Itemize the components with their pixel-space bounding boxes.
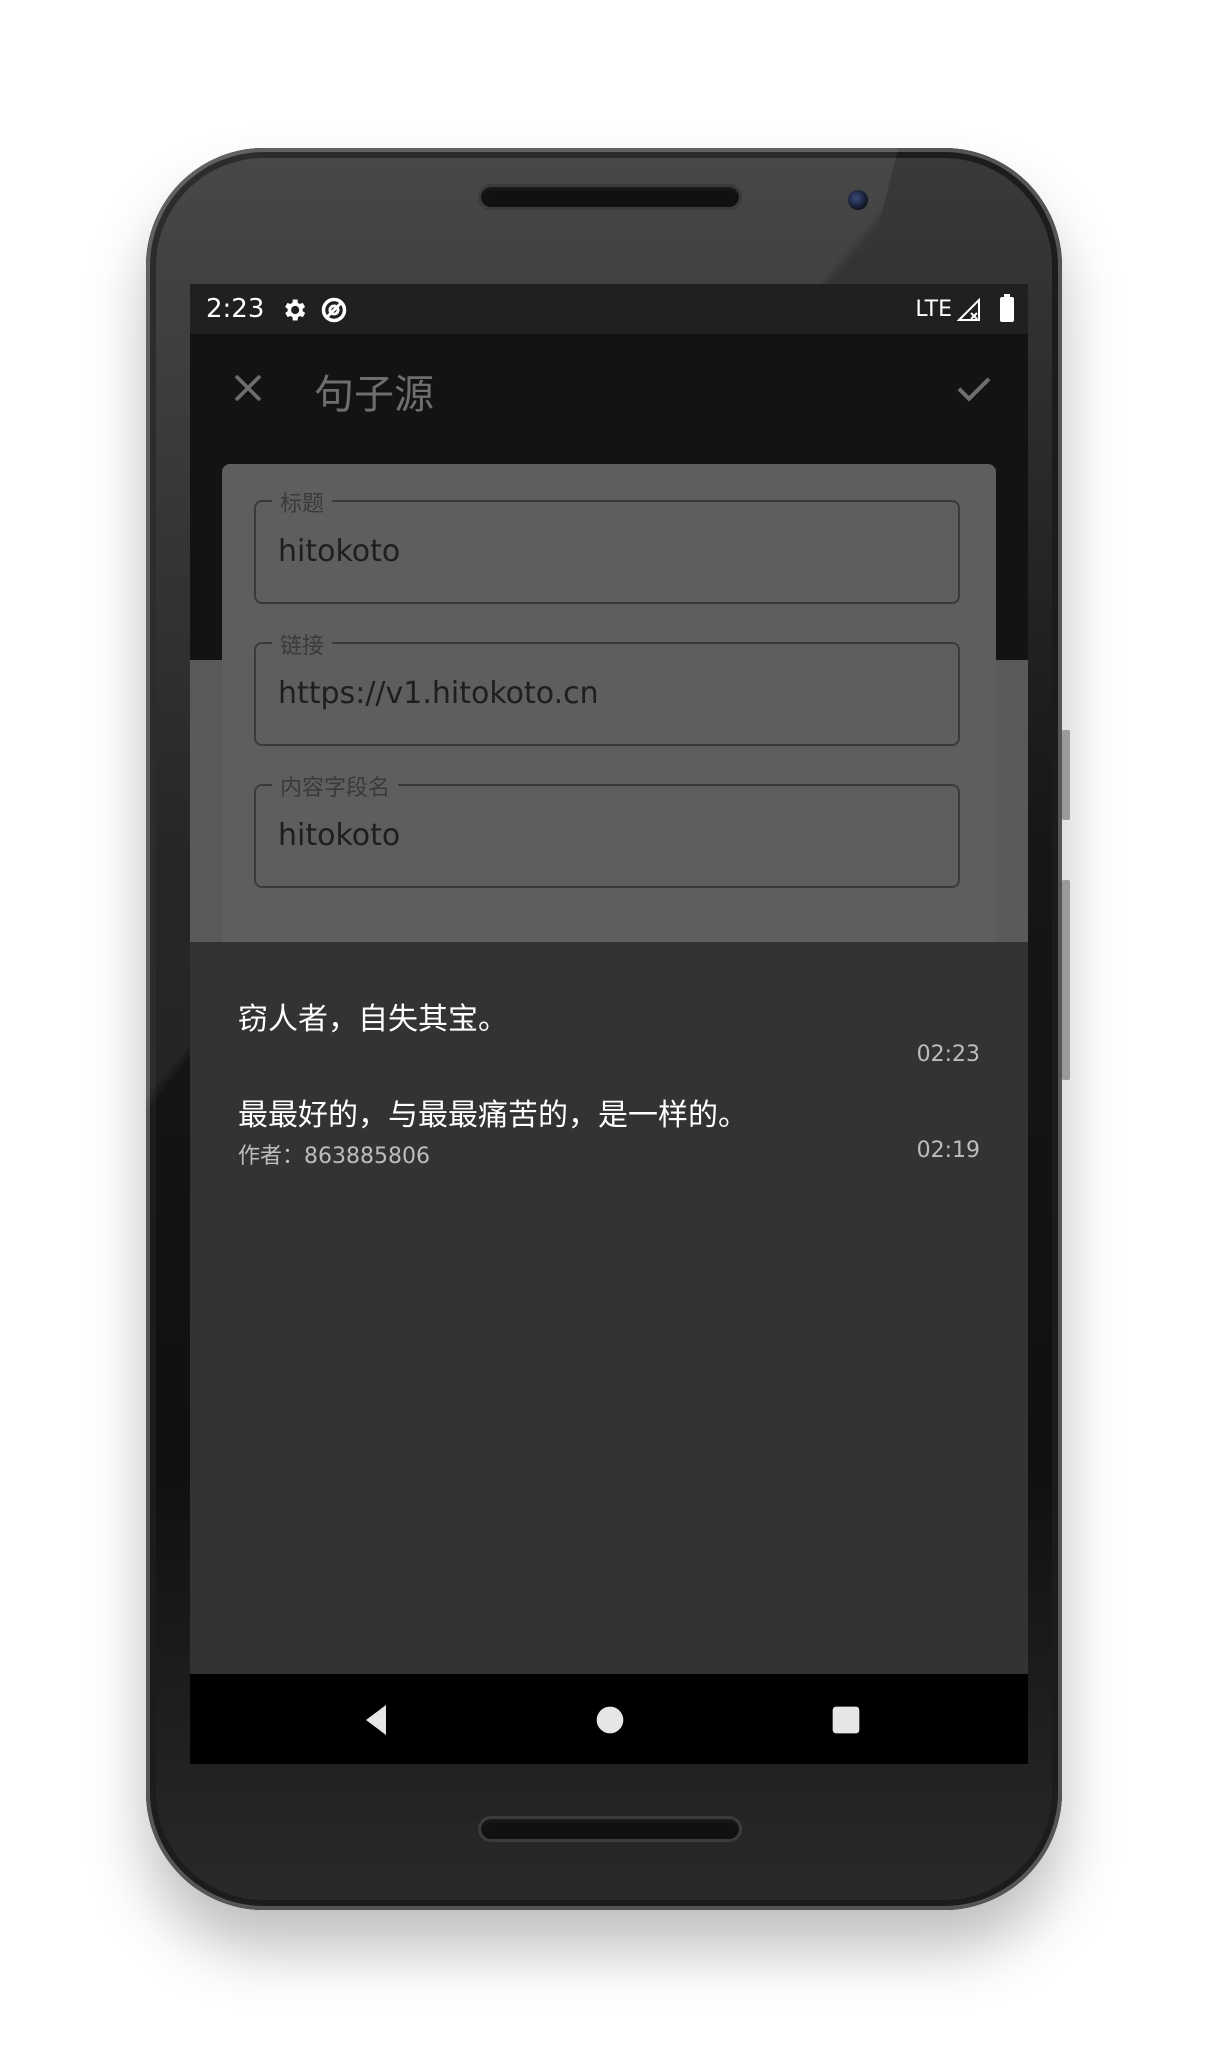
front-camera bbox=[848, 190, 868, 210]
title-field[interactable]: 标题 hitokoto bbox=[254, 486, 960, 604]
power-button bbox=[1062, 730, 1070, 820]
message-text: 窃人者，自失其宝。 bbox=[238, 1002, 508, 1037]
settings-icon bbox=[285, 299, 306, 321]
link-field[interactable]: 链接 https://v1.hitokoto.cn bbox=[254, 628, 960, 746]
status-bar: 2:23 LTE bbox=[190, 284, 1028, 334]
volume-button bbox=[1062, 880, 1070, 1080]
screen: 2:23 LTE 句子源 标题 hitokoto 链接 https://v1.h… bbox=[190, 284, 1028, 1764]
check-icon[interactable] bbox=[954, 368, 994, 408]
content-field-label: 内容字段名 bbox=[272, 770, 399, 802]
sync-icon bbox=[321, 297, 347, 323]
battery-icon bbox=[1000, 294, 1014, 322]
link-field-value: https://v1.hitokoto.cn bbox=[278, 676, 599, 711]
navigation-bar bbox=[190, 1674, 1028, 1764]
bottom-speaker bbox=[478, 1816, 742, 1842]
recents-icon[interactable] bbox=[826, 1700, 866, 1740]
message-text: 最最好的，与最最痛苦的，是一样的。 bbox=[238, 1098, 748, 1133]
message-time: 02:19 bbox=[916, 1138, 980, 1163]
page-title: 句子源 bbox=[314, 372, 434, 418]
close-icon[interactable] bbox=[230, 370, 266, 406]
message-time: 02:23 bbox=[916, 1042, 980, 1067]
content-field[interactable]: 内容字段名 hitokoto bbox=[254, 770, 960, 888]
signal-icon bbox=[956, 298, 980, 321]
app-bar: 句子源 bbox=[190, 334, 1028, 446]
title-field-value: hitokoto bbox=[278, 534, 401, 569]
network-type: LTE bbox=[915, 297, 952, 322]
title-field-label: 标题 bbox=[272, 486, 333, 518]
content-field-value: hitokoto bbox=[278, 818, 401, 853]
status-time: 2:23 bbox=[206, 294, 265, 324]
bottom-sheet: 窃人者，自失其宝。 02:23 最最好的，与最最痛苦的，是一样的。 作者：863… bbox=[190, 942, 1028, 1674]
back-icon[interactable] bbox=[356, 1700, 396, 1740]
home-icon[interactable] bbox=[590, 1700, 630, 1740]
link-field-label: 链接 bbox=[272, 628, 333, 660]
message-author: 作者：863885806 bbox=[238, 1144, 430, 1169]
top-speaker bbox=[478, 184, 742, 210]
